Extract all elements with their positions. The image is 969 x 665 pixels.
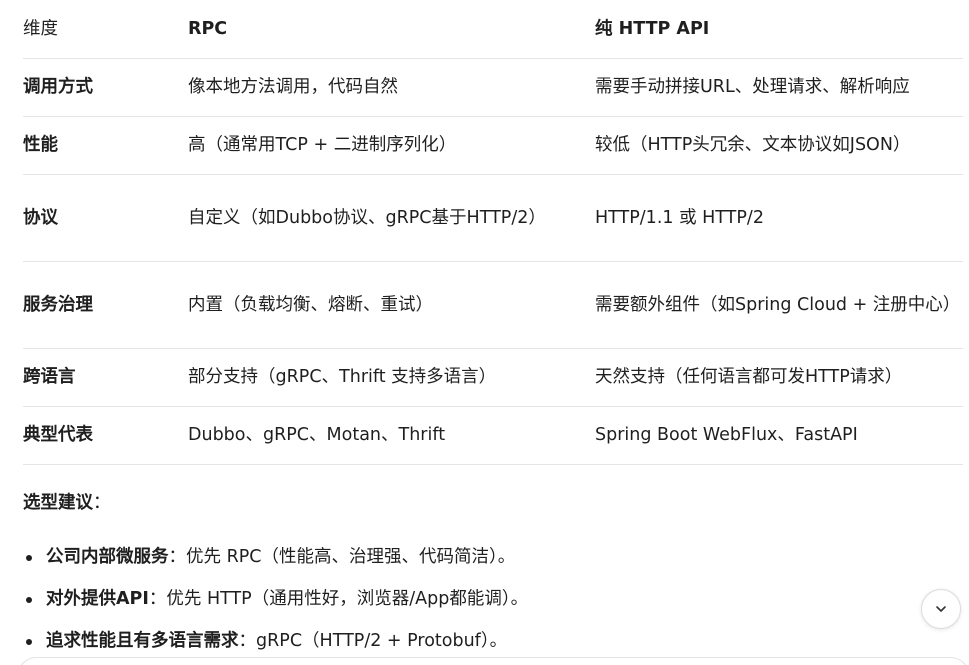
- http-cell: Spring Boot WebFlux、FastAPI: [595, 406, 963, 465]
- advice-separator: ：: [238, 631, 257, 651]
- rpc-cell: 高（通常用TCP + 二进制序列化）: [188, 116, 595, 175]
- row-dimension: 典型代表: [23, 406, 188, 465]
- list-item: 公司内部微服务：优先 RPC（性能高、治理强、代码简洁）。: [23, 541, 528, 583]
- advice-text: 优先 RPC（性能高、治理强、代码简洁）。: [186, 547, 516, 567]
- row-dimension: 协议: [23, 174, 188, 262]
- http-cell: HTTP/1.1 或 HTTP/2: [595, 174, 963, 262]
- input-panel-edge: [18, 657, 969, 665]
- column-header: 纯 HTTP API: [595, 0, 963, 59]
- advice-title-text: 选型建议: [23, 493, 93, 513]
- table-row: 调用方式 像本地方法调用，代码自然 需要手动拼接URL、处理请求、解析响应: [23, 58, 963, 117]
- advice-list: 公司内部微服务：优先 RPC（性能高、治理强、代码简洁）。 对外提供API：优先…: [23, 541, 528, 665]
- scroll-to-bottom-button[interactable]: [921, 589, 961, 629]
- http-cell: 较低（HTTP头冗余、文本协议如JSON）: [595, 116, 963, 175]
- advice-label: 公司内部微服务: [46, 547, 169, 567]
- advice-separator: ：: [168, 547, 187, 567]
- rpc-cell: 部分支持（gRPC、Thrift 支持多语言）: [188, 348, 595, 407]
- advice-text: gRPC（HTTP/2 + Protobuf）。: [256, 631, 508, 651]
- advice-heading: 选型建议：: [23, 488, 111, 518]
- column-header: 维度: [23, 0, 188, 59]
- table-row: 性能 高（通常用TCP + 二进制序列化） 较低（HTTP头冗余、文本协议如JS…: [23, 116, 963, 175]
- row-dimension: 跨语言: [23, 348, 188, 407]
- rpc-cell: Dubbo、gRPC、Motan、Thrift: [188, 406, 595, 465]
- row-dimension: 性能: [23, 116, 188, 175]
- http-cell: 天然支持（任何语言都可发HTTP请求）: [595, 348, 963, 407]
- row-dimension: 服务治理: [23, 261, 188, 349]
- table-row: 跨语言 部分支持（gRPC、Thrift 支持多语言） 天然支持（任何语言都可发…: [23, 348, 963, 407]
- advice-separator: ：: [148, 589, 167, 609]
- chat-response-page: 维度 RPC 纯 HTTP API 调用方式 像本地方法调用，代码自然 需要手动…: [0, 0, 969, 665]
- advice-text: 优先 HTTP（通用性好，浏览器/App都能调）。: [166, 589, 529, 609]
- table-header-row: 维度 RPC 纯 HTTP API: [23, 0, 963, 59]
- rpc-cell: 内置（负载均衡、熔断、重试）: [188, 261, 595, 349]
- table-row: 典型代表 Dubbo、gRPC、Motan、Thrift Spring Boot…: [23, 406, 963, 465]
- advice-title-colon: ：: [93, 493, 111, 513]
- table-row: 服务治理 内置（负载均衡、熔断、重试） 需要额外组件（如Spring Cloud…: [23, 261, 963, 349]
- http-cell: 需要手动拼接URL、处理请求、解析响应: [595, 58, 963, 117]
- column-header: RPC: [188, 0, 595, 59]
- advice-label: 追求性能且有多语言需求: [46, 631, 239, 651]
- list-item: 对外提供API：优先 HTTP（通用性好，浏览器/App都能调）。: [23, 583, 528, 625]
- comparison-table: 维度 RPC 纯 HTTP API 调用方式 像本地方法调用，代码自然 需要手动…: [23, 0, 963, 465]
- advice-label: 对外提供API: [46, 589, 149, 609]
- chevron-down-icon: [936, 606, 946, 612]
- rpc-cell: 自定义（如Dubbo协议、gRPC基于HTTP/2）: [188, 174, 595, 262]
- table-row: 协议 自定义（如Dubbo协议、gRPC基于HTTP/2） HTTP/1.1 或…: [23, 174, 963, 262]
- http-cell: 需要额外组件（如Spring Cloud + 注册中心）: [595, 261, 963, 349]
- rpc-cell: 像本地方法调用，代码自然: [188, 58, 595, 117]
- row-dimension: 调用方式: [23, 58, 188, 117]
